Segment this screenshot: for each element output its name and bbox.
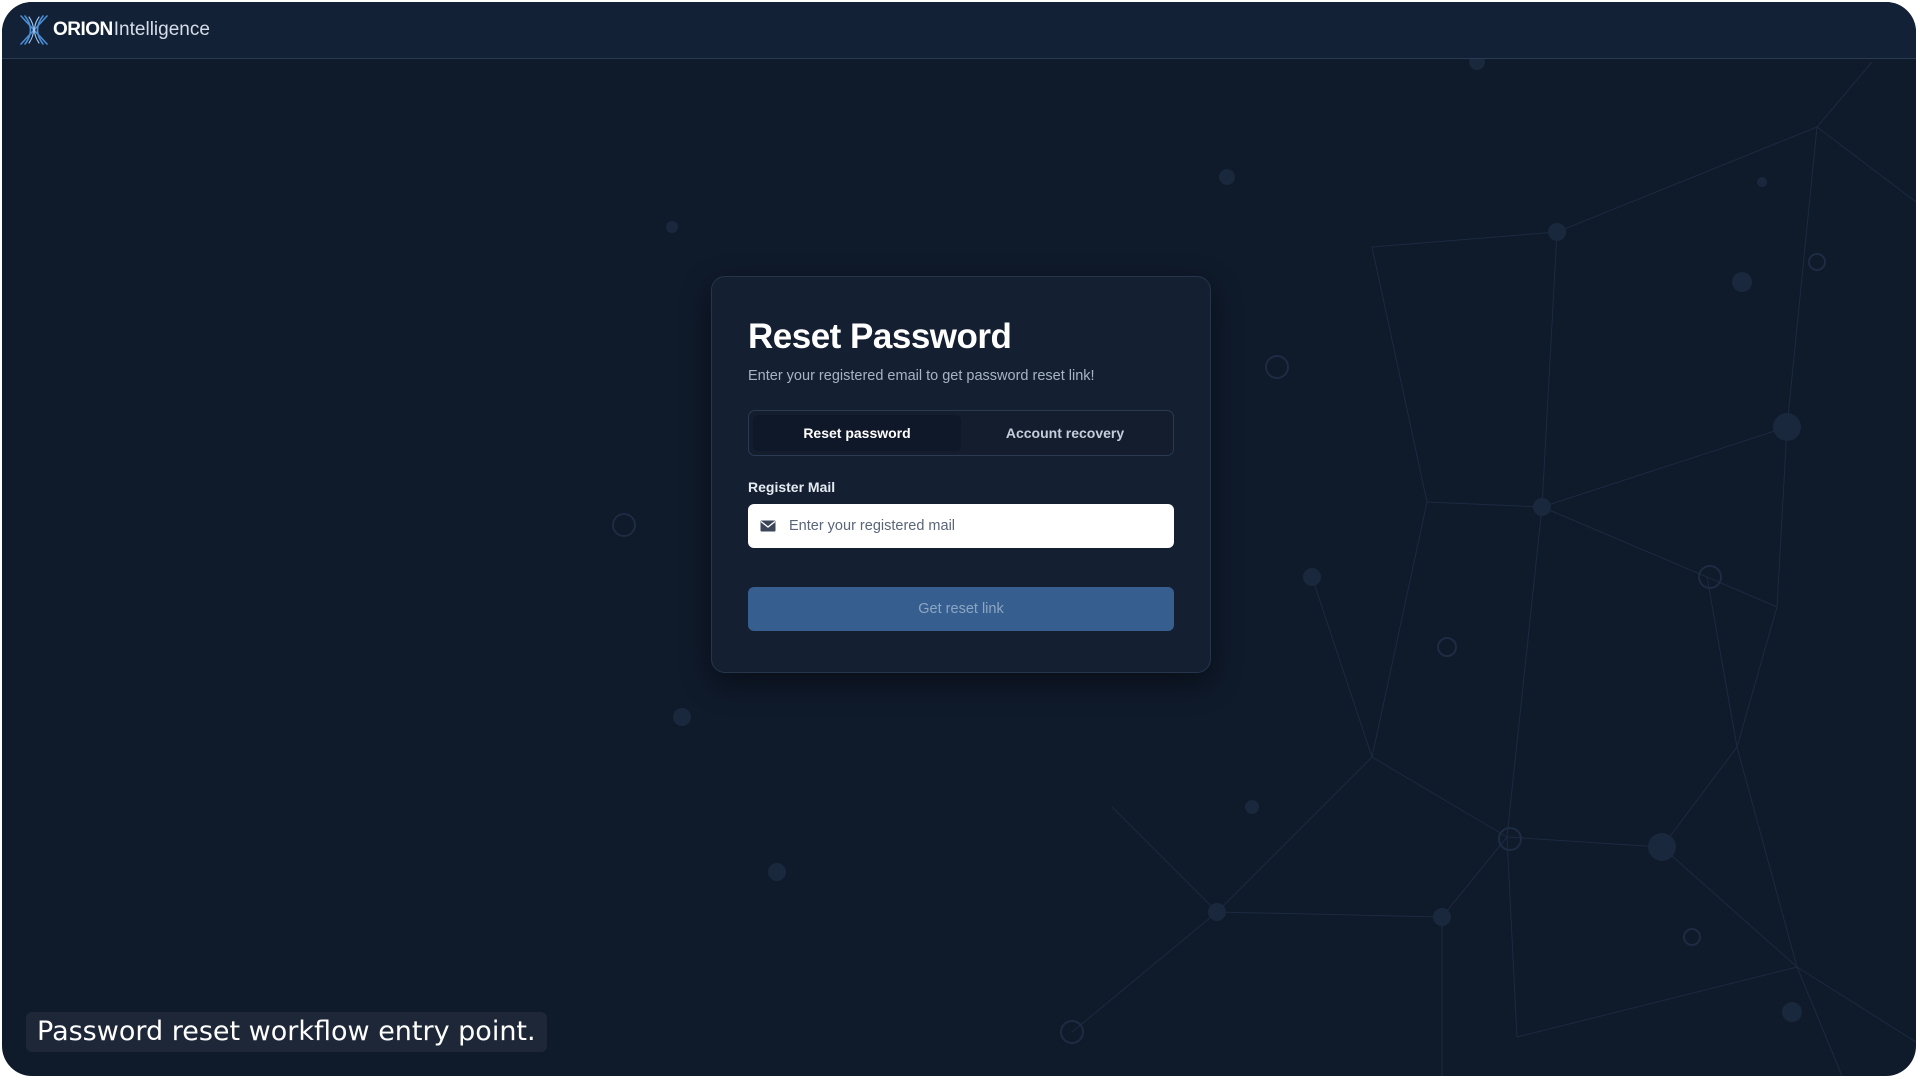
email-field-label: Register Mail bbox=[748, 479, 836, 495]
app-window: ORION Intelligence Reset Password Enter … bbox=[2, 2, 1916, 1076]
top-bar: ORION Intelligence bbox=[2, 2, 1916, 59]
orion-x-logo-icon bbox=[20, 15, 48, 45]
tab-account-recovery[interactable]: Account recovery bbox=[961, 415, 1169, 451]
email-input[interactable] bbox=[789, 506, 1149, 546]
brand-logo[interactable]: ORION Intelligence bbox=[17, 12, 210, 48]
mail-icon bbox=[760, 520, 776, 532]
brand-name-light: Intelligence bbox=[113, 19, 210, 40]
get-reset-link-button[interactable]: Get reset link bbox=[748, 587, 1174, 631]
page-title: Reset Password bbox=[748, 317, 1012, 356]
page-subtitle: Enter your registered email to get passw… bbox=[748, 368, 1095, 384]
email-field[interactable] bbox=[748, 504, 1174, 548]
reset-password-card: Reset Password Enter your registered ema… bbox=[711, 276, 1211, 673]
caption-text: Password reset workflow entry point. bbox=[26, 1012, 547, 1052]
brand-name-bold: ORION bbox=[53, 19, 113, 40]
tab-reset-password[interactable]: Reset password bbox=[753, 415, 961, 451]
reset-tabs: Reset password Account recovery bbox=[748, 410, 1174, 456]
